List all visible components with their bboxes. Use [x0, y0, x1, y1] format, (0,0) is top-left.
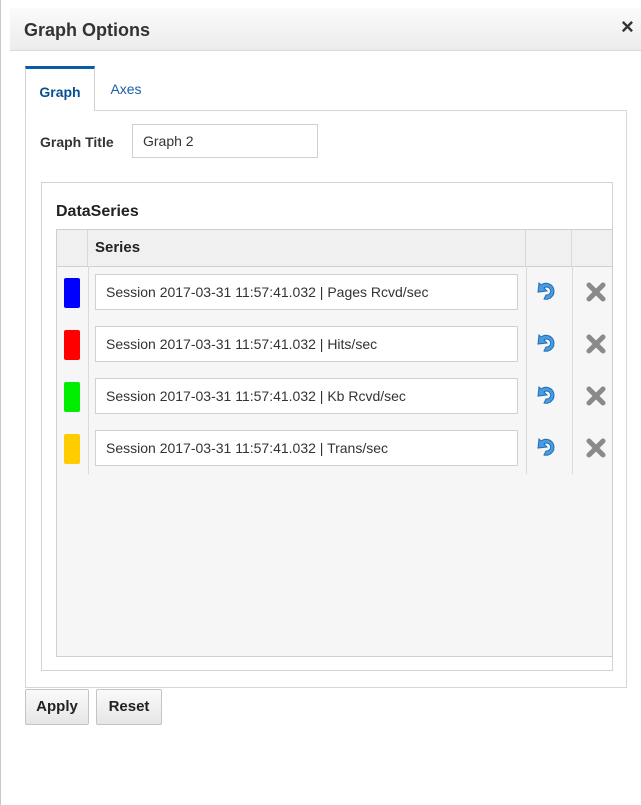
reset-button[interactable]: Reset [96, 689, 162, 725]
series-color-swatch[interactable] [64, 434, 80, 464]
series-row: Session 2017-03-31 11:57:41.032 | Kb Rcv… [57, 370, 612, 422]
delete-x-icon[interactable] [584, 332, 608, 356]
series-row: Session 2017-03-31 11:57:41.032 | Pages … [57, 266, 612, 318]
close-icon[interactable]: × [621, 16, 634, 38]
graph-title-input[interactable]: Graph 2 [132, 124, 318, 158]
series-table-header: Series [57, 230, 612, 267]
tab-axes[interactable]: Axes [100, 66, 152, 108]
series-name-input[interactable]: Session 2017-03-31 11:57:41.032 | Kb Rcv… [95, 378, 518, 414]
series-name-input[interactable]: Session 2017-03-31 11:57:41.032 | Hits/s… [95, 326, 518, 362]
undo-arrow-icon[interactable] [535, 436, 559, 460]
header-color-cell [57, 230, 88, 266]
dataseries-heading: DataSeries [56, 203, 139, 220]
series-name-input[interactable]: Session 2017-03-31 11:57:41.032 | Pages … [95, 274, 518, 310]
dialog-title: Graph Options [24, 20, 150, 40]
graph-title-label: Graph Title [40, 134, 114, 150]
tab-graph[interactable]: Graph [25, 66, 95, 111]
undo-arrow-icon[interactable] [535, 332, 559, 356]
series-table: Series Session 2017-03-31 11:57:41.032 |… [56, 229, 613, 657]
delete-x-icon[interactable] [584, 384, 608, 408]
tab-strip: Graph Axes [25, 66, 625, 111]
series-row: Session 2017-03-31 11:57:41.032 | Trans/… [57, 422, 612, 474]
header-undo-cell [526, 230, 572, 266]
series-name-input[interactable]: Session 2017-03-31 11:57:41.032 | Trans/… [95, 430, 518, 466]
header-delete-cell [572, 230, 612, 266]
undo-arrow-icon[interactable] [535, 280, 559, 304]
delete-x-icon[interactable] [584, 280, 608, 304]
dialog-titlebar: Graph Options × [10, 8, 641, 51]
apply-button[interactable]: Apply [25, 689, 89, 725]
dataseries-section: DataSeries Series Session 2017-03-31 11:… [41, 182, 613, 671]
series-color-swatch[interactable] [64, 330, 80, 360]
series-column-header: Series [95, 239, 141, 256]
window-left-border [0, 0, 1, 805]
series-row: Session 2017-03-31 11:57:41.032 | Hits/s… [57, 318, 612, 370]
series-color-swatch[interactable] [64, 278, 80, 308]
graph-tab-panel: Graph Title Graph 2 DataSeries Series Se… [25, 110, 627, 688]
undo-arrow-icon[interactable] [535, 384, 559, 408]
delete-x-icon[interactable] [584, 436, 608, 460]
series-color-swatch[interactable] [64, 382, 80, 412]
header-series-cell [88, 230, 526, 266]
